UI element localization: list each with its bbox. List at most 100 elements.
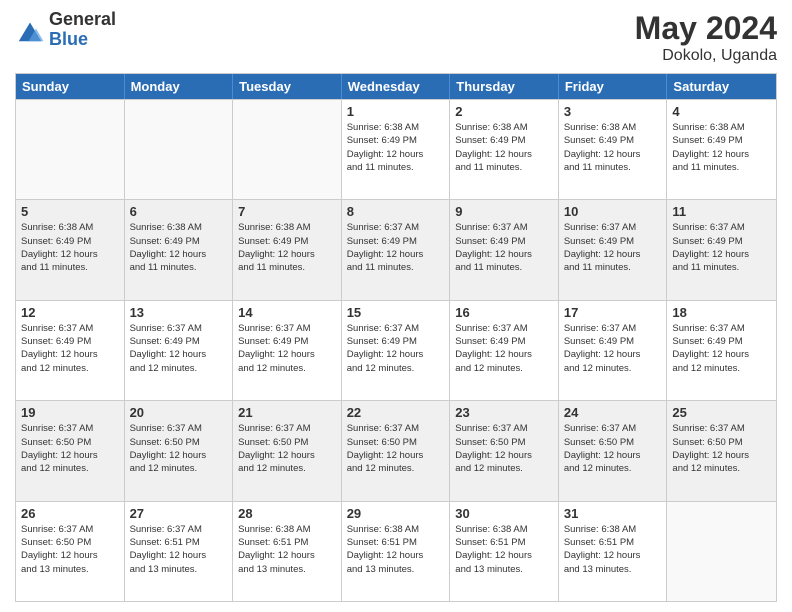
day-info: Sunrise: 6:38 AM Sunset: 6:49 PM Dayligh… [347,121,445,174]
calendar-cell: 4 Sunrise: 6:38 AM Sunset: 6:49 PM Daylig… [667,100,776,199]
calendar-cell: 3 Sunrise: 6:38 AM Sunset: 6:49 PM Daylig… [559,100,668,199]
day-info: Sunrise: 6:37 AM Sunset: 6:49 PM Dayligh… [455,221,553,274]
day-info: Sunrise: 6:37 AM Sunset: 6:50 PM Dayligh… [564,422,662,475]
day-number: 3 [564,104,662,119]
calendar-cell: 8 Sunrise: 6:37 AM Sunset: 6:49 PM Daylig… [342,200,451,299]
day-info: Sunrise: 6:38 AM Sunset: 6:49 PM Dayligh… [672,121,771,174]
calendar-body: 1 Sunrise: 6:38 AM Sunset: 6:49 PM Daylig… [16,99,776,601]
day-info: Sunrise: 6:37 AM Sunset: 6:50 PM Dayligh… [672,422,771,475]
day-of-week-header: Saturday [667,74,776,99]
day-info: Sunrise: 6:38 AM Sunset: 6:51 PM Dayligh… [455,523,553,576]
day-of-week-header: Sunday [16,74,125,99]
day-number: 1 [347,104,445,119]
day-info: Sunrise: 6:37 AM Sunset: 6:49 PM Dayligh… [455,322,553,375]
calendar-cell [16,100,125,199]
day-number: 31 [564,506,662,521]
calendar-cell: 12 Sunrise: 6:37 AM Sunset: 6:49 PM Dayli… [16,301,125,400]
day-info: Sunrise: 6:37 AM Sunset: 6:49 PM Dayligh… [564,221,662,274]
calendar-cell: 11 Sunrise: 6:37 AM Sunset: 6:49 PM Dayli… [667,200,776,299]
day-of-week-header: Monday [125,74,234,99]
day-of-week-header: Tuesday [233,74,342,99]
header: General Blue May 2024 Dokolo, Uganda [15,10,777,65]
day-of-week-header: Thursday [450,74,559,99]
calendar-cell: 19Sunrise: 6:37 AM Sunset: 6:50 PM Dayli… [16,401,125,500]
calendar-cell: 24 Sunrise: 6:37 AM Sunset: 6:50 PM Dayli… [559,401,668,500]
day-info: Sunrise: 6:38 AM Sunset: 6:51 PM Dayligh… [564,523,662,576]
day-number: 9 [455,204,553,219]
day-info: Sunrise: 6:38 AM Sunset: 6:49 PM Dayligh… [130,221,228,274]
calendar-cell: 7 Sunrise: 6:38 AM Sunset: 6:49 PM Daylig… [233,200,342,299]
day-info: Sunrise: 6:37 AM Sunset: 6:49 PM Dayligh… [347,221,445,274]
day-number: 26 [21,506,119,521]
day-info: Sunrise: 6:38 AM Sunset: 6:51 PM Dayligh… [238,523,336,576]
day-info: Sunrise: 6:37 AM Sunset: 6:49 PM Dayligh… [238,322,336,375]
day-number: 27 [130,506,228,521]
day-number: 16 [455,305,553,320]
day-info: Sunrise: 6:37 AM Sunset: 6:50 PM Dayligh… [455,422,553,475]
day-info: Sunrise: 6:38 AM Sunset: 6:49 PM Dayligh… [21,221,119,274]
day-info: Sunrise: 6:37 AM Sunset: 6:50 PM Dayligh… [21,422,119,475]
day-number: 8 [347,204,445,219]
day-number: 24 [564,405,662,420]
calendar-cell: 6Sunrise: 6:38 AM Sunset: 6:49 PM Daylig… [125,200,234,299]
logo-general: General [49,10,116,30]
calendar-cell: 5Sunrise: 6:38 AM Sunset: 6:49 PM Daylig… [16,200,125,299]
calendar-header: SundayMondayTuesdayWednesdayThursdayFrid… [16,74,776,99]
day-number: 28 [238,506,336,521]
calendar-cell: 14Sunrise: 6:37 AM Sunset: 6:49 PM Dayli… [233,301,342,400]
logo-text: General Blue [49,10,116,50]
day-info: Sunrise: 6:38 AM Sunset: 6:51 PM Dayligh… [347,523,445,576]
calendar-cell: 31 Sunrise: 6:38 AM Sunset: 6:51 PM Dayli… [559,502,668,601]
calendar-cell: 16 Sunrise: 6:37 AM Sunset: 6:49 PM Dayli… [450,301,559,400]
page: General Blue May 2024 Dokolo, Uganda Sun… [0,0,792,612]
day-number: 13 [130,305,228,320]
month-year: May 2024 [635,10,777,47]
day-info: Sunrise: 6:37 AM Sunset: 6:49 PM Dayligh… [672,221,771,274]
day-info: Sunrise: 6:38 AM Sunset: 6:49 PM Dayligh… [238,221,336,274]
day-info: Sunrise: 6:38 AM Sunset: 6:49 PM Dayligh… [564,121,662,174]
day-number: 22 [347,405,445,420]
calendar-cell: 2 Sunrise: 6:38 AM Sunset: 6:49 PM Daylig… [450,100,559,199]
day-info: Sunrise: 6:37 AM Sunset: 6:50 PM Dayligh… [21,523,119,576]
calendar-cell: 15 Sunrise: 6:37 AM Sunset: 6:49 PM Dayli… [342,301,451,400]
calendar-cell [233,100,342,199]
day-number: 25 [672,405,771,420]
day-info: Sunrise: 6:38 AM Sunset: 6:49 PM Dayligh… [455,121,553,174]
calendar-cell: 17Sunrise: 6:37 AM Sunset: 6:49 PM Dayli… [559,301,668,400]
calendar-cell: 1 Sunrise: 6:38 AM Sunset: 6:49 PM Daylig… [342,100,451,199]
day-number: 11 [672,204,771,219]
day-number: 17 [564,305,662,320]
calendar-cell: 29Sunrise: 6:38 AM Sunset: 6:51 PM Dayli… [342,502,451,601]
calendar-cell: 20 Sunrise: 6:37 AM Sunset: 6:50 PM Dayli… [125,401,234,500]
day-info: Sunrise: 6:37 AM Sunset: 6:49 PM Dayligh… [347,322,445,375]
day-number: 10 [564,204,662,219]
logo-icon [15,15,45,45]
day-number: 12 [21,305,119,320]
calendar-row: 19Sunrise: 6:37 AM Sunset: 6:50 PM Dayli… [16,400,776,500]
calendar-row: 12 Sunrise: 6:37 AM Sunset: 6:49 PM Dayli… [16,300,776,400]
day-number: 4 [672,104,771,119]
day-info: Sunrise: 6:37 AM Sunset: 6:49 PM Dayligh… [21,322,119,375]
logo-blue: Blue [49,30,116,50]
day-info: Sunrise: 6:37 AM Sunset: 6:49 PM Dayligh… [130,322,228,375]
day-number: 15 [347,305,445,320]
calendar-cell: 9 Sunrise: 6:37 AM Sunset: 6:49 PM Daylig… [450,200,559,299]
calendar-row: 5Sunrise: 6:38 AM Sunset: 6:49 PM Daylig… [16,199,776,299]
location: Dokolo, Uganda [635,47,777,65]
day-number: 23 [455,405,553,420]
title-area: May 2024 Dokolo, Uganda [635,10,777,65]
day-number: 2 [455,104,553,119]
calendar-cell: 27 Sunrise: 6:37 AM Sunset: 6:51 PM Dayli… [125,502,234,601]
calendar-cell: 30Sunrise: 6:38 AM Sunset: 6:51 PM Dayli… [450,502,559,601]
day-number: 7 [238,204,336,219]
calendar-row: 1 Sunrise: 6:38 AM Sunset: 6:49 PM Daylig… [16,99,776,199]
day-of-week-header: Friday [559,74,668,99]
calendar-cell: 26 Sunrise: 6:37 AM Sunset: 6:50 PM Dayli… [16,502,125,601]
day-number: 20 [130,405,228,420]
day-info: Sunrise: 6:37 AM Sunset: 6:49 PM Dayligh… [672,322,771,375]
day-info: Sunrise: 6:37 AM Sunset: 6:50 PM Dayligh… [130,422,228,475]
calendar-cell [125,100,234,199]
day-info: Sunrise: 6:37 AM Sunset: 6:51 PM Dayligh… [130,523,228,576]
calendar-cell [667,502,776,601]
calendar-cell: 10 Sunrise: 6:37 AM Sunset: 6:49 PM Dayli… [559,200,668,299]
